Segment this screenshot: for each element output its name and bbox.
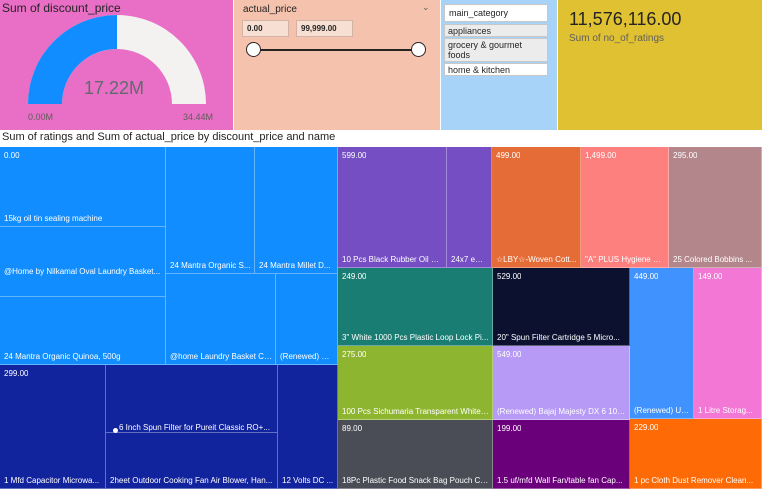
gauge-value: 17.22M: [84, 78, 145, 98]
treemap-cell-value: 295.00: [673, 151, 698, 160]
treemap-cell[interactable]: 275.00 100 Pcs Sichumaria Transparent Wh…: [338, 346, 493, 420]
treemap-cell[interactable]: 12 Volts DC ...: [278, 365, 338, 489]
treemap-cell-label: "A" PLUS Hygiene Po...: [585, 255, 665, 264]
treemap-cell-label: 24 Mantra Organic S...: [170, 261, 251, 270]
treemap-cell-label: (Renewed) Us...: [634, 406, 690, 415]
treemap-cell-label: 10 Pcs Black Rubber Oil Se...: [342, 255, 443, 264]
treemap-cell[interactable]: 529.00 20" Spun Filter Cartridge 5 Micro…: [493, 268, 630, 346]
treemap-cell-label: 6 Inch Spun Filter for Pureit Classic RO…: [119, 423, 270, 432]
treemap-cell-value: 529.00: [497, 272, 522, 281]
treemap-cell-label: 25 Colored Bobbins ...: [673, 255, 753, 264]
treemap-cell-label: 24 Mantra Millet D...: [259, 261, 331, 270]
treemap-cell-value: 449.00: [634, 272, 659, 281]
treemap-cell[interactable]: 549.00 (Renewed) Bajaj Majesty DX 6 100.…: [493, 346, 630, 420]
treemap-cell[interactable]: 149.00 1 Litre Storag...: [694, 268, 762, 419]
treemap-cell[interactable]: (Renewed) Cr...: [276, 274, 338, 365]
treemap-cell-label: 24x7 eM...: [451, 255, 488, 264]
treemap-cell-label: (Renewed) Bajaj Majesty DX 6 100...: [497, 407, 626, 416]
treemap-cell[interactable]: 1,499.00 "A" PLUS Hygiene Po...: [581, 147, 669, 268]
treemap-cell[interactable]: 499.00 ☆LBY☆-Woven Cott...: [492, 147, 581, 268]
ratings-card-value: 11,576,116.00: [569, 9, 682, 29]
treemap-cell-value: 599.00: [342, 151, 367, 160]
treemap-cell[interactable]: 599.00 10 Pcs Black Rubber Oil Se...: [338, 147, 447, 268]
treemap-cell-label: 1 Litre Storag...: [698, 406, 753, 415]
treemap-cell-label: 1 pc Cloth Dust Remover Clean...: [634, 476, 754, 485]
treemap-cell-value: 199.00: [497, 424, 522, 433]
treemap-cell[interactable]: 24 Mantra Organic S...: [166, 147, 255, 274]
chevron-down-icon[interactable]: ⌄: [422, 2, 430, 13]
treemap-cell-label: ☆LBY☆-Woven Cott...: [496, 255, 577, 264]
treemap-cell-value: 89.00: [342, 424, 363, 433]
price-slicer-title: actual_price: [243, 4, 297, 15]
treemap-cell-value: 229.00: [634, 423, 659, 432]
treemap-cell-label: 18Pc Plastic Food Snack Bag Pouch Clip..…: [342, 476, 489, 485]
treemap-cell-label: 3" White 1000 Pcs Plastic Loop Lock Pi..…: [342, 333, 489, 342]
price-slicer[interactable]: actual_price ⌄ 0.00 99,999.00: [234, 0, 440, 130]
treemap-cell-label: @home Laundry Basket Cl...: [170, 352, 272, 361]
price-min-input[interactable]: 0.00: [242, 20, 289, 37]
treemap-cell[interactable]: 229.00 1 pc Cloth Dust Remover Clean...: [630, 419, 762, 489]
price-max-input[interactable]: 99,999.00: [296, 20, 353, 37]
treemap-cell-value: 499.00: [496, 151, 521, 160]
treemap-cell-value: 549.00: [497, 350, 522, 359]
treemap-cell[interactable]: @home Laundry Basket Cl...: [166, 274, 276, 365]
treemap-cell[interactable]: 2heet Outdoor Cooking Fan Air Blower, Ha…: [106, 433, 278, 489]
category-item-home-kitchen[interactable]: home & kitchen: [444, 63, 548, 76]
gauge-chart: [28, 15, 206, 104]
treemap-cell-value: 149.00: [698, 272, 723, 281]
treemap-title: Sum of ratings and Sum of actual_price b…: [2, 131, 336, 143]
price-slider-track[interactable]: [253, 49, 418, 51]
treemap-cell-label: @Home by Nilkamal Oval Laundry Basket...: [4, 267, 161, 276]
treemap-cell-value: 1,499.00: [585, 151, 617, 160]
category-item-appliances[interactable]: appliances: [444, 24, 548, 37]
treemap-cell[interactable]: 6 Inch Spun Filter for Pureit Classic RO…: [106, 365, 278, 433]
category-item-grocery[interactable]: grocery & gourmet foods: [444, 38, 548, 62]
treemap[interactable]: 0.00 15kg oil tin sealing machine @Home …: [0, 147, 762, 489]
treemap-cell-label: 20" Spun Filter Cartridge 5 Micro...: [497, 333, 620, 342]
category-slicer-header: main_category: [444, 4, 548, 22]
treemap-cell-value: 275.00: [342, 350, 367, 359]
gauge-min-label: 0.00M: [28, 112, 54, 122]
treemap-cell[interactable]: 24 Mantra Organic Quinoa, 500g: [0, 297, 166, 365]
treemap-cell-label: 2heet Outdoor Cooking Fan Air Blower, Ha…: [110, 476, 273, 485]
treemap-cell-label: 12 Volts DC ...: [282, 476, 334, 485]
treemap-cell-value: 249.00: [342, 272, 367, 281]
treemap-cell[interactable]: 24 Mantra Millet D...: [255, 147, 338, 274]
price-slider-max-handle[interactable]: [411, 42, 426, 57]
treemap-cell-label: 1.5 uf/mfd Wall Fan/table fan Cap...: [497, 476, 623, 485]
treemap-cell-label: 100 Pcs Sichumaria Transparent White ...: [342, 407, 489, 416]
gauge-max-label: 34.44M: [183, 112, 214, 122]
treemap-cell[interactable]: 89.00 18Pc Plastic Food Snack Bag Pouch …: [338, 420, 493, 489]
treemap-cell-label: 1 Mfd Capacitor Microwa...: [4, 476, 100, 485]
price-slider-min-handle[interactable]: [246, 42, 261, 57]
treemap-cell-label: (Renewed) Cr...: [280, 352, 334, 361]
gauge-visual[interactable]: Sum of discount_price 17.22M 0.00M 34.44…: [0, 0, 233, 130]
treemap-cell-label: 15kg oil tin sealing machine: [4, 214, 103, 223]
treemap-cell[interactable]: 449.00 (Renewed) Us...: [630, 268, 694, 419]
treemap-cell-value: 299.00: [4, 369, 29, 378]
treemap-cell-label: 24 Mantra Organic Quinoa, 500g: [4, 352, 121, 361]
treemap-cell[interactable]: 299.00 1 Mfd Capacitor Microwa...: [0, 365, 106, 489]
treemap-cell[interactable]: 199.00 1.5 uf/mfd Wall Fan/table fan Cap…: [493, 420, 630, 489]
treemap-cell[interactable]: 24x7 eM...: [447, 147, 492, 268]
treemap-cell-value: 0.00: [4, 151, 20, 160]
ratings-card-label: Sum of no_of_ratings: [569, 33, 665, 44]
treemap-cell[interactable]: @Home by Nilkamal Oval Laundry Basket...: [0, 227, 166, 297]
treemap-cell[interactable]: 249.00 3" White 1000 Pcs Plastic Loop Lo…: [338, 268, 493, 346]
ratings-card[interactable]: 11,576,116.00 Sum of no_of_ratings: [558, 0, 762, 130]
treemap-cell[interactable]: 0.00 15kg oil tin sealing machine: [0, 147, 166, 227]
treemap-cell[interactable]: 295.00 25 Colored Bobbins ...: [669, 147, 762, 268]
